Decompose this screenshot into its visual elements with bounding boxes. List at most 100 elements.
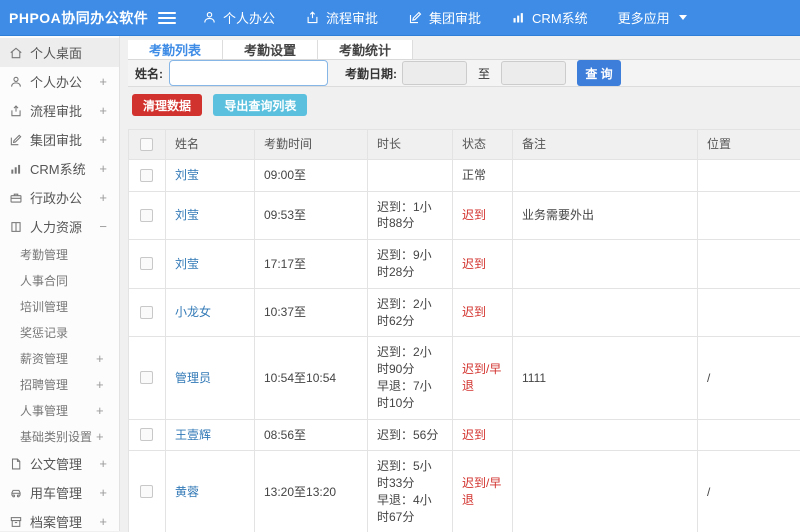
name-input[interactable]: [169, 60, 328, 86]
nav-workflow-approval[interactable]: 流程审批: [305, 8, 378, 27]
sidebar-subitem-base-category[interactable]: 基础类别设置 +: [0, 423, 119, 449]
sidebar-subitem-recruit-mgmt[interactable]: 招聘管理 +: [0, 371, 119, 397]
select-all-checkbox[interactable]: [140, 137, 153, 151]
table-row: 刘莹 09:53至 迟到：1小时88分 迟到 业务需要外出: [128, 190, 800, 241]
sidebar-item-group-approval[interactable]: 集团审批 +: [0, 125, 119, 154]
expand-toggle[interactable]: +: [96, 403, 104, 418]
sidebar-subitem-attendance-mgmt[interactable]: 考勤管理: [0, 241, 119, 267]
name-cell: 刘莹: [165, 158, 255, 192]
expand-toggle[interactable]: +: [99, 161, 107, 176]
nav-group-approval[interactable]: 集团审批: [408, 8, 481, 27]
action-bar: 清理数据 导出查询列表: [128, 87, 800, 123]
expand-toggle[interactable]: +: [99, 132, 107, 147]
sidebar-item-personal-desktop[interactable]: 个人桌面: [0, 38, 119, 67]
sidebar-subitem-hr-contract[interactable]: 人事合同: [0, 267, 119, 293]
row-checkbox[interactable]: [140, 485, 153, 499]
sidebar-item-workflow-approval[interactable]: 流程审批 +: [0, 96, 119, 125]
expand-toggle[interactable]: +: [99, 485, 107, 500]
car-icon: [9, 486, 23, 500]
sidebar-item-label: 人力资源: [30, 220, 83, 235]
expand-toggle[interactable]: +: [96, 429, 104, 444]
employee-name-link[interactable]: 刘莹: [175, 168, 199, 182]
note-cell: [512, 239, 698, 289]
expand-toggle[interactable]: +: [96, 351, 104, 366]
chart-icon: [511, 10, 526, 25]
duration-cell: [367, 158, 453, 192]
tab-attendance-list[interactable]: 考勤列表: [128, 40, 223, 59]
sidebar-item-personal-office[interactable]: 个人办公 +: [0, 67, 119, 96]
duration-cell: 迟到：56分: [367, 418, 453, 452]
sidebar-item-human-resources[interactable]: 人力资源 −: [0, 212, 119, 241]
name-cell: 王壹辉: [165, 418, 255, 452]
row-checkbox[interactable]: [140, 371, 153, 385]
table-row: 刘莹 17:17至 迟到：9小时28分 迟到: [128, 239, 800, 289]
note-cell: [512, 287, 698, 338]
column-header: 考勤时间: [254, 129, 368, 160]
attendance-time-cell: 17:17至: [254, 239, 368, 289]
table-row: 黄蓉 13:20至13:20 迟到：5小时33分 早退：4小时67分 迟到/早退 /: [128, 450, 800, 532]
tab-attendance-settings[interactable]: 考勤设置: [223, 40, 318, 59]
sidebar-item-archive-mgmt[interactable]: 档案管理 +: [0, 507, 119, 532]
note-cell: [512, 450, 698, 532]
export-list-button[interactable]: 导出查询列表: [213, 94, 308, 116]
checkbox-cell: [128, 190, 166, 241]
expand-toggle[interactable]: +: [99, 190, 107, 205]
status-cell: 迟到: [452, 239, 513, 289]
nav-personal-office[interactable]: 个人办公: [202, 8, 275, 27]
employee-name-link[interactable]: 刘莹: [175, 257, 199, 271]
expand-toggle[interactable]: +: [99, 74, 107, 89]
search-button[interactable]: 查 询: [577, 60, 622, 86]
table-row: 管理员 10:54至10:54 迟到：2小时90分 早退：7小时10分 迟到/早退 111…: [128, 336, 800, 420]
row-checkbox[interactable]: [140, 257, 153, 271]
table-row: 小龙女 10:37至 迟到：2小时62分 迟到: [128, 287, 800, 338]
nav-more-apps[interactable]: 更多应用: [618, 8, 687, 27]
clean-data-button[interactable]: 清理数据: [132, 94, 203, 116]
date-to-input[interactable]: [501, 61, 567, 85]
table-row: 刘莹 09:00至 正常: [128, 158, 800, 192]
archive-icon: [9, 515, 23, 529]
sidebar-subitem-personnel-mgmt[interactable]: 人事管理 +: [0, 397, 119, 423]
nav-label: 更多应用: [617, 11, 670, 26]
menu-toggle-icon[interactable]: [158, 11, 176, 24]
checkbox-cell: [128, 336, 166, 420]
sidebar-item-crm-system[interactable]: CRM系统 +: [0, 154, 119, 183]
search-bar: 姓名: 考勤日期: 至 查 询: [128, 60, 800, 87]
date-from-input[interactable]: [402, 61, 467, 85]
expand-toggle[interactable]: +: [99, 514, 107, 529]
sidebar-menu: 个人桌面 个人办公 + 流程审批 + 集团审批 + CRM系统 + 行政办公 + 人力资源 − 考勤管理人…: [0, 36, 120, 531]
sidebar-subitem-training-mgmt[interactable]: 培训管理: [0, 293, 119, 319]
row-checkbox[interactable]: [140, 306, 153, 320]
duration-cell: 迟到：1小时88分: [367, 190, 453, 241]
expand-toggle[interactable]: +: [96, 377, 104, 392]
name-cell: 刘莹: [165, 190, 255, 241]
expand-toggle[interactable]: −: [99, 219, 107, 234]
row-checkbox[interactable]: [140, 428, 153, 442]
employee-name-link[interactable]: 小龙女: [175, 305, 211, 319]
employee-name-link[interactable]: 刘莹: [175, 208, 199, 222]
tab-attendance-stats[interactable]: 考勤统计: [318, 40, 413, 59]
expand-toggle[interactable]: +: [99, 456, 107, 471]
sidebar-item-document-mgmt[interactable]: 公文管理 +: [0, 449, 119, 478]
employee-name-link[interactable]: 王壹辉: [175, 428, 211, 442]
employee-name-link[interactable]: 黄蓉: [175, 485, 199, 499]
note-cell: 1111: [512, 336, 698, 420]
expand-toggle[interactable]: +: [99, 103, 107, 118]
row-checkbox[interactable]: [140, 168, 153, 182]
location-cell: [697, 158, 800, 192]
row-checkbox[interactable]: [140, 208, 153, 222]
sidebar-item-vehicle-mgmt[interactable]: 用车管理 +: [0, 478, 119, 507]
sidebar-subitem-label: 人事合同: [20, 273, 69, 288]
checkbox-cell: [128, 418, 166, 452]
nav-crm-system[interactable]: CRM系统: [511, 8, 588, 27]
status-badge: 迟到/早退: [462, 362, 502, 393]
doc-icon: [9, 457, 23, 471]
status-badge: 迟到: [462, 256, 487, 271]
sidebar-subitem-salary-mgmt[interactable]: 薪资管理 +: [0, 345, 119, 371]
employee-name-link[interactable]: 管理员: [175, 371, 211, 385]
sidebar-subitem-reward-punish[interactable]: 奖惩记录: [0, 319, 119, 345]
table-header-row: 姓名 考勤时间 时长 状态 备注 位置: [128, 129, 800, 160]
status-badge: 迟到: [462, 207, 487, 222]
chevron-down-icon: [678, 15, 687, 20]
sidebar-item-label: 行政办公: [30, 191, 83, 206]
sidebar-item-admin-office[interactable]: 行政办公 +: [0, 183, 119, 212]
